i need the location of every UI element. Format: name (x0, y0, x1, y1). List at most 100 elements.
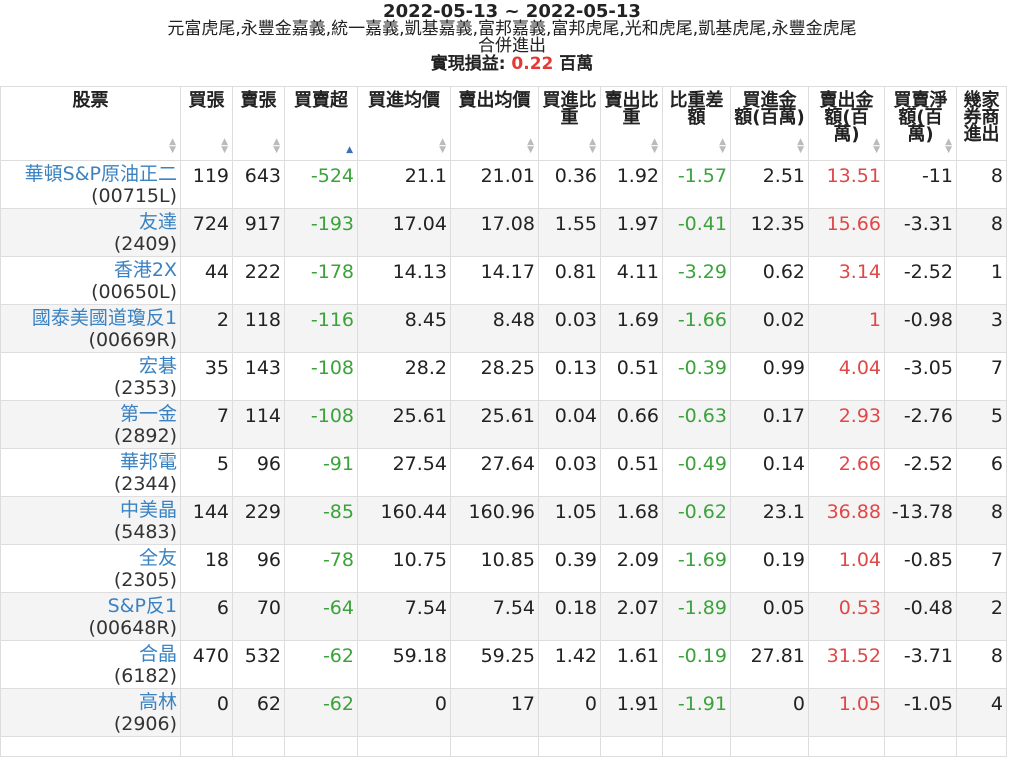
cell-net: -193 (284, 208, 358, 257)
sort-icon[interactable]: ▲ ▼ (651, 138, 658, 155)
sort-icon[interactable]: ▲ ▼ (589, 138, 596, 155)
column-header-sell_ratio[interactable]: 賣出比重 ▲ ▼ (600, 86, 663, 161)
cell-ratio_diff: -1.66 (662, 304, 731, 353)
stock-name-link[interactable]: 高林 (4, 691, 177, 713)
cell-ratio_diff: -0.62 (662, 496, 731, 545)
stock-name-link[interactable]: 第一金 (4, 403, 177, 425)
stock-name-link[interactable]: 中美晶 (4, 499, 177, 521)
column-header-label: 賣出金額(百萬) (819, 90, 874, 145)
cell-net: -178 (284, 256, 358, 305)
stock-name-link[interactable]: 國泰美國道瓊反1 (4, 307, 177, 329)
table-row[interactable]: 第一金 (2892) 7 114 -108 25.61 25.61 0.04 0.66 -0.63… (0, 400, 1007, 449)
realized-profit: 實現損益: 0.22 百萬 (0, 54, 1024, 74)
cell-buy_amt: 0.62 (730, 256, 809, 305)
cell-sell: 222 (232, 256, 285, 305)
cell-buy_ratio: 0.81 (538, 256, 601, 305)
cell-sell_ratio: 2.07 (600, 592, 663, 641)
sort-icon[interactable]: ▲ ▼ (719, 138, 726, 155)
cell-sell: 118 (232, 304, 285, 353)
sort-icon[interactable]: ▲ ▼ (273, 138, 280, 155)
stock-name-link[interactable]: 友達 (4, 211, 177, 233)
column-header-net[interactable]: 買賣超 ▲ (284, 86, 358, 161)
cell-net_amt: -13.78 (884, 496, 957, 545)
column-header-net_amt[interactable]: 買賣淨額(百萬) ▲ ▼ (884, 86, 957, 161)
stock-cell: 國泰美國道瓊反1 (00669R) (0, 304, 181, 353)
stock-name-link[interactable]: 華邦電 (4, 451, 177, 473)
cell-sell_ratio: 4.11 (600, 256, 663, 305)
column-header-ratio_diff[interactable]: 比重差額 ▲ ▼ (662, 86, 731, 161)
cell-sell_amt: 4.04 (808, 352, 885, 401)
table-row[interactable]: S&P反1 (00648R) 6 70 -64 7.54 7.54 0.18 2.07 -1.89… (0, 592, 1007, 641)
stock-name-link[interactable]: 全友 (4, 547, 177, 569)
table-row[interactable]: 香港2X (00650L) 44 222 -178 14.13 14.17 0.81 4.11-… (0, 256, 1007, 305)
sort-icon[interactable]: ▲ ▼ (527, 138, 534, 155)
column-header-label: 買賣淨額(百萬) (893, 90, 948, 145)
cell-brokers: 2 (956, 592, 1007, 641)
sort-icon[interactable]: ▲ ▼ (221, 138, 228, 155)
column-header-avg_buy[interactable]: 買進均價 ▲ ▼ (357, 86, 451, 161)
cell-buy: 35 (180, 352, 233, 401)
sort-icon[interactable]: ▲ ▼ (797, 138, 804, 155)
cell-net_amt: -2.52 (884, 448, 957, 497)
cell-brokers: 8 (956, 496, 1007, 545)
table-row[interactable]: 全友 (2305) 18 96 -78 10.75 10.85 0.39 2.09 -1.69 0.… (0, 544, 1007, 593)
stock-name-link[interactable]: 香港2X (4, 259, 177, 281)
cell-brokers: 8 (956, 208, 1007, 257)
sort-icon[interactable]: ▲ ▼ (945, 138, 952, 155)
stock-name-link[interactable]: S&P反1 (4, 595, 177, 617)
stock-cell: 香港2X (00650L) (0, 256, 181, 305)
stock-code: (00669R) (88, 329, 177, 351)
cell-avg_buy: 160.44 (357, 496, 451, 545)
table-row[interactable]: 華頓S&P原油正二 (00715L) 119 643 -524 21.1 21.01 0.36… (0, 160, 1007, 209)
stock-name-link[interactable]: 華頓S&P原油正二 (4, 163, 177, 185)
cell-buy_ratio: 0.13 (538, 352, 601, 401)
stock-name-link[interactable]: 合晶 (4, 643, 177, 665)
table-row[interactable]: 宏碁 (2353) 35 143 -108 28.2 28.25 0.13 0.51 -0.39 0… (0, 352, 1007, 401)
cell-buy_ratio: 1.05 (538, 496, 601, 545)
cell-net: -85 (284, 496, 358, 545)
table-row[interactable]: 高林 (2906) 0 62 -62 0 17 0 1.91 -1.91 0 1.05 -1.05 4 (0, 688, 1007, 737)
cell-sell_ratio: 1.61 (600, 640, 663, 689)
sort-icon[interactable]: ▲ ▼ (169, 138, 176, 155)
stock-cell: 合晶 (6182) (0, 640, 181, 689)
cell-sell: 96 (232, 448, 285, 497)
cell-avg_sell: 8.48 (450, 304, 539, 353)
sort-icon[interactable]: ▲ ▼ (439, 138, 446, 155)
column-header-buy[interactable]: 買張 ▲ ▼ (180, 86, 233, 161)
column-header-sell_amt[interactable]: 賣出金額(百萬) ▲ ▼ (808, 86, 885, 161)
column-header-label: 買賣超 (294, 90, 348, 111)
cell-avg_buy: 21.1 (357, 160, 451, 209)
column-header-brokers[interactable]: 幾家券商進出 (956, 86, 1007, 161)
sort-icon[interactable]: ▲ ▼ (873, 138, 880, 155)
cell-sell_ratio: 0.51 (600, 352, 663, 401)
cell-buy_amt: 0.05 (730, 592, 809, 641)
cell-buy_ratio: 0.03 (538, 448, 601, 497)
column-header-label: 買進金額(百萬) (734, 90, 805, 128)
table-row[interactable]: 華邦電 (2344) 5 96 -91 27.54 27.64 0.03 0.51 -0.49 0.… (0, 448, 1007, 497)
table-row[interactable]: 中美晶 (5483) 144 229 -85 160.44 160.96 1.05 1.68 -0… (0, 496, 1007, 545)
cell-ratio_diff: -0.41 (662, 208, 731, 257)
cell-buy_ratio: 1.55 (538, 208, 601, 257)
stock-cell: 宏碁 (2353) (0, 352, 181, 401)
cell-brokers: 6 (956, 448, 1007, 497)
stock-name-link[interactable]: 宏碁 (4, 355, 177, 377)
cell-sell: 96 (232, 544, 285, 593)
cell-buy_amt: 0.99 (730, 352, 809, 401)
column-header-label: 賣出比重 (604, 90, 659, 128)
sort-ascending-icon[interactable]: ▲ (346, 146, 353, 155)
column-header-stock[interactable]: 股票 ▲ ▼ (0, 86, 181, 161)
column-header-sell[interactable]: 賣張 ▲ ▼ (232, 86, 285, 161)
table-row[interactable]: 合晶 (6182) 470 532 -62 59.18 59.25 1.42 1.61 -0.19… (0, 640, 1007, 689)
table-row[interactable]: 國泰美國道瓊反1 (00669R) 2 118 -116 8.45 8.48 0.03 1.69… (0, 304, 1007, 353)
cell-brokers: 8 (956, 160, 1007, 209)
stock-cell: 友達 (2409) (0, 208, 181, 257)
column-header-avg_sell[interactable]: 賣出均價 ▲ ▼ (450, 86, 539, 161)
table-row[interactable]: 友達 (2409) 724 917 -193 17.04 17.08 1.55 1.97 -0.4… (0, 208, 1007, 257)
column-header-buy_ratio[interactable]: 買進比重 ▲ ▼ (538, 86, 601, 161)
column-header-buy_amt[interactable]: 買進金額(百萬) ▲ ▼ (730, 86, 809, 161)
cell-ratio_diff: -1.89 (662, 592, 731, 641)
cell-buy: 724 (180, 208, 233, 257)
cell-avg_buy: 14.13 (357, 256, 451, 305)
stock-code: (2409) (113, 233, 177, 255)
cell-net_amt: -2.52 (884, 256, 957, 305)
